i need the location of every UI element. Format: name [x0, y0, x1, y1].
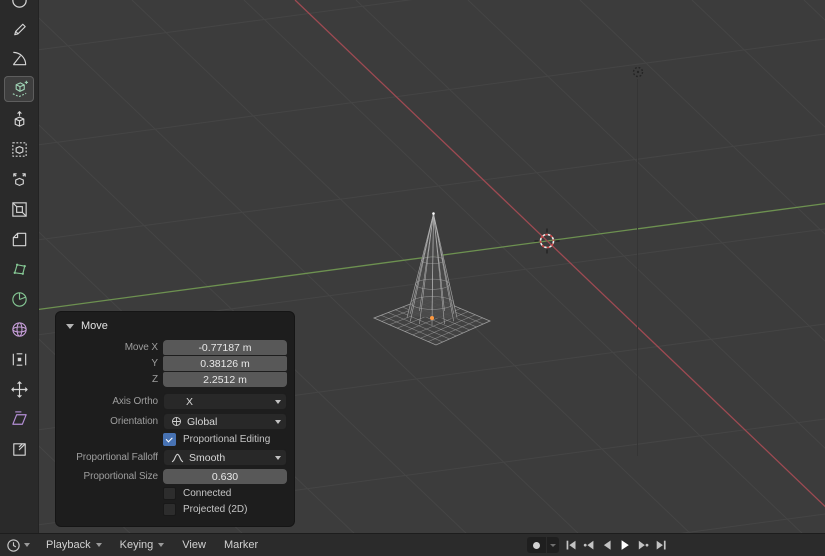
- jump-to-start-icon: [564, 538, 578, 552]
- measure-icon: [10, 50, 29, 69]
- playback-controls: [563, 537, 669, 553]
- menu-marker[interactable]: Marker: [215, 539, 267, 551]
- move-x-input[interactable]: -0.77187 m: [163, 340, 287, 355]
- edge-slide-icon: [10, 350, 29, 369]
- falloff-label: Proportional Falloff: [62, 452, 158, 463]
- move-x-label: Move X: [62, 342, 158, 353]
- tool-inset-faces-button[interactable]: [4, 196, 34, 222]
- checkbox-icon: [163, 433, 176, 446]
- operator-panel-move: Move Move X -0.77187 m Y 0.38126 m Z 2.2…: [55, 311, 295, 527]
- checkbox-icon: [163, 503, 176, 516]
- collapse-chevron-icon[interactable]: [66, 324, 74, 329]
- annotate-icon: [10, 20, 29, 39]
- auto-keying-toggle[interactable]: [527, 537, 546, 553]
- next-keyframe-icon: [636, 538, 650, 552]
- edited-mesh-object[interactable]: [374, 212, 490, 345]
- chevron-down-icon: [24, 543, 30, 547]
- viewport-3d[interactable]: Move Move X -0.77187 m Y 0.38126 m Z 2.2…: [0, 0, 825, 534]
- panel-title: Move: [81, 320, 108, 332]
- checkbox-icon: [163, 487, 176, 500]
- inset-faces-icon: [10, 200, 29, 219]
- record-dot-icon: [533, 542, 540, 549]
- axis-ortho-label: Axis Ortho: [62, 396, 158, 407]
- add-cube-icon: [10, 80, 29, 99]
- orientation-dropdown[interactable]: Global: [163, 413, 287, 430]
- extrude-normals-icon: [10, 170, 29, 189]
- bevel-icon: [10, 230, 29, 249]
- spin-icon: [10, 290, 29, 309]
- proportional-size-input[interactable]: 0.630: [163, 469, 287, 484]
- tool-extrude-region-button[interactable]: [4, 106, 34, 132]
- tool-extrude-manifold-button[interactable]: [4, 136, 34, 162]
- menu-keying[interactable]: Keying: [111, 539, 174, 551]
- auto-keying-options-button[interactable]: [546, 537, 559, 553]
- tool-bevel-button[interactable]: [4, 226, 34, 252]
- tool-shelf: [0, 0, 39, 534]
- smooth-icon: [10, 320, 29, 339]
- proportional-size-label: Proportional Size: [62, 471, 158, 482]
- tool-edge-slide-button[interactable]: [4, 346, 34, 372]
- menu-playback[interactable]: Playback: [37, 539, 111, 551]
- chevron-down-icon: [275, 456, 281, 460]
- tool-shear-button[interactable]: [4, 406, 34, 432]
- shrink-fatten-icon: [10, 380, 29, 399]
- play-reverse-icon: [600, 538, 614, 552]
- tool-poly-build-button[interactable]: [4, 256, 34, 282]
- previous-keyframe-icon: [582, 538, 596, 552]
- move-z-label: Z: [62, 374, 158, 385]
- connected-checkbox[interactable]: Connected: [163, 487, 287, 500]
- connected-label: Connected: [183, 488, 231, 499]
- move-y-input[interactable]: 0.38126 m: [163, 356, 287, 371]
- chevron-down-icon: [96, 543, 102, 547]
- extrude-region-icon: [10, 110, 29, 129]
- tool-smooth-button[interactable]: [4, 316, 34, 342]
- proportional-editing-label: Proportional Editing: [183, 434, 270, 445]
- move-y-label: Y: [62, 358, 158, 369]
- jump-to-end-button[interactable]: [653, 537, 669, 553]
- projected-2d-checkbox[interactable]: Projected (2D): [163, 503, 287, 516]
- proportional-editing-checkbox[interactable]: Proportional Editing: [163, 433, 287, 446]
- next-keyframe-button[interactable]: [635, 537, 651, 553]
- shear-icon: [10, 410, 29, 429]
- tool-spin-button[interactable]: [4, 286, 34, 312]
- smooth-falloff-icon: [171, 453, 184, 463]
- proportional-falloff-dropdown[interactable]: Smooth: [163, 449, 287, 466]
- jump-to-start-button[interactable]: [563, 537, 579, 553]
- poly-build-icon: [10, 260, 29, 279]
- jump-to-end-icon: [654, 538, 668, 552]
- tool-transform-button[interactable]: [4, 0, 34, 12]
- auto-keying-group: [527, 537, 559, 553]
- transform-icon: [10, 0, 29, 10]
- global-orientation-icon: [171, 416, 182, 427]
- axis-ortho-dropdown[interactable]: X: [163, 393, 287, 410]
- editor-type-selector[interactable]: [0, 538, 37, 553]
- tool-extrude-normals-button[interactable]: [4, 166, 34, 192]
- chevron-down-icon: [550, 544, 556, 547]
- timeline-clock-icon: [6, 538, 21, 553]
- timeline-header: Playback Keying View Marker: [0, 533, 825, 556]
- tool-annotate-button[interactable]: [4, 16, 34, 42]
- rip-region-icon: [10, 440, 29, 459]
- play-button[interactable]: [617, 537, 633, 553]
- chevron-down-icon: [275, 400, 281, 404]
- point-light-object[interactable]: [634, 68, 643, 457]
- tool-add-cube-button[interactable]: [4, 76, 34, 102]
- menu-view[interactable]: View: [173, 539, 215, 551]
- play-reverse-button[interactable]: [599, 537, 615, 553]
- orientation-label: Orientation: [62, 416, 158, 427]
- projected-2d-label: Projected (2D): [183, 504, 247, 515]
- tool-measure-button[interactable]: [4, 46, 34, 72]
- move-z-input[interactable]: 2.2512 m: [163, 372, 287, 387]
- previous-keyframe-button[interactable]: [581, 537, 597, 553]
- chevron-down-icon: [275, 420, 281, 424]
- tool-rip-region-button[interactable]: [4, 436, 34, 462]
- extrude-manifold-icon: [10, 140, 29, 159]
- tool-shrink-fatten-button[interactable]: [4, 376, 34, 402]
- chevron-down-icon: [158, 543, 164, 547]
- play-icon: [618, 538, 632, 552]
